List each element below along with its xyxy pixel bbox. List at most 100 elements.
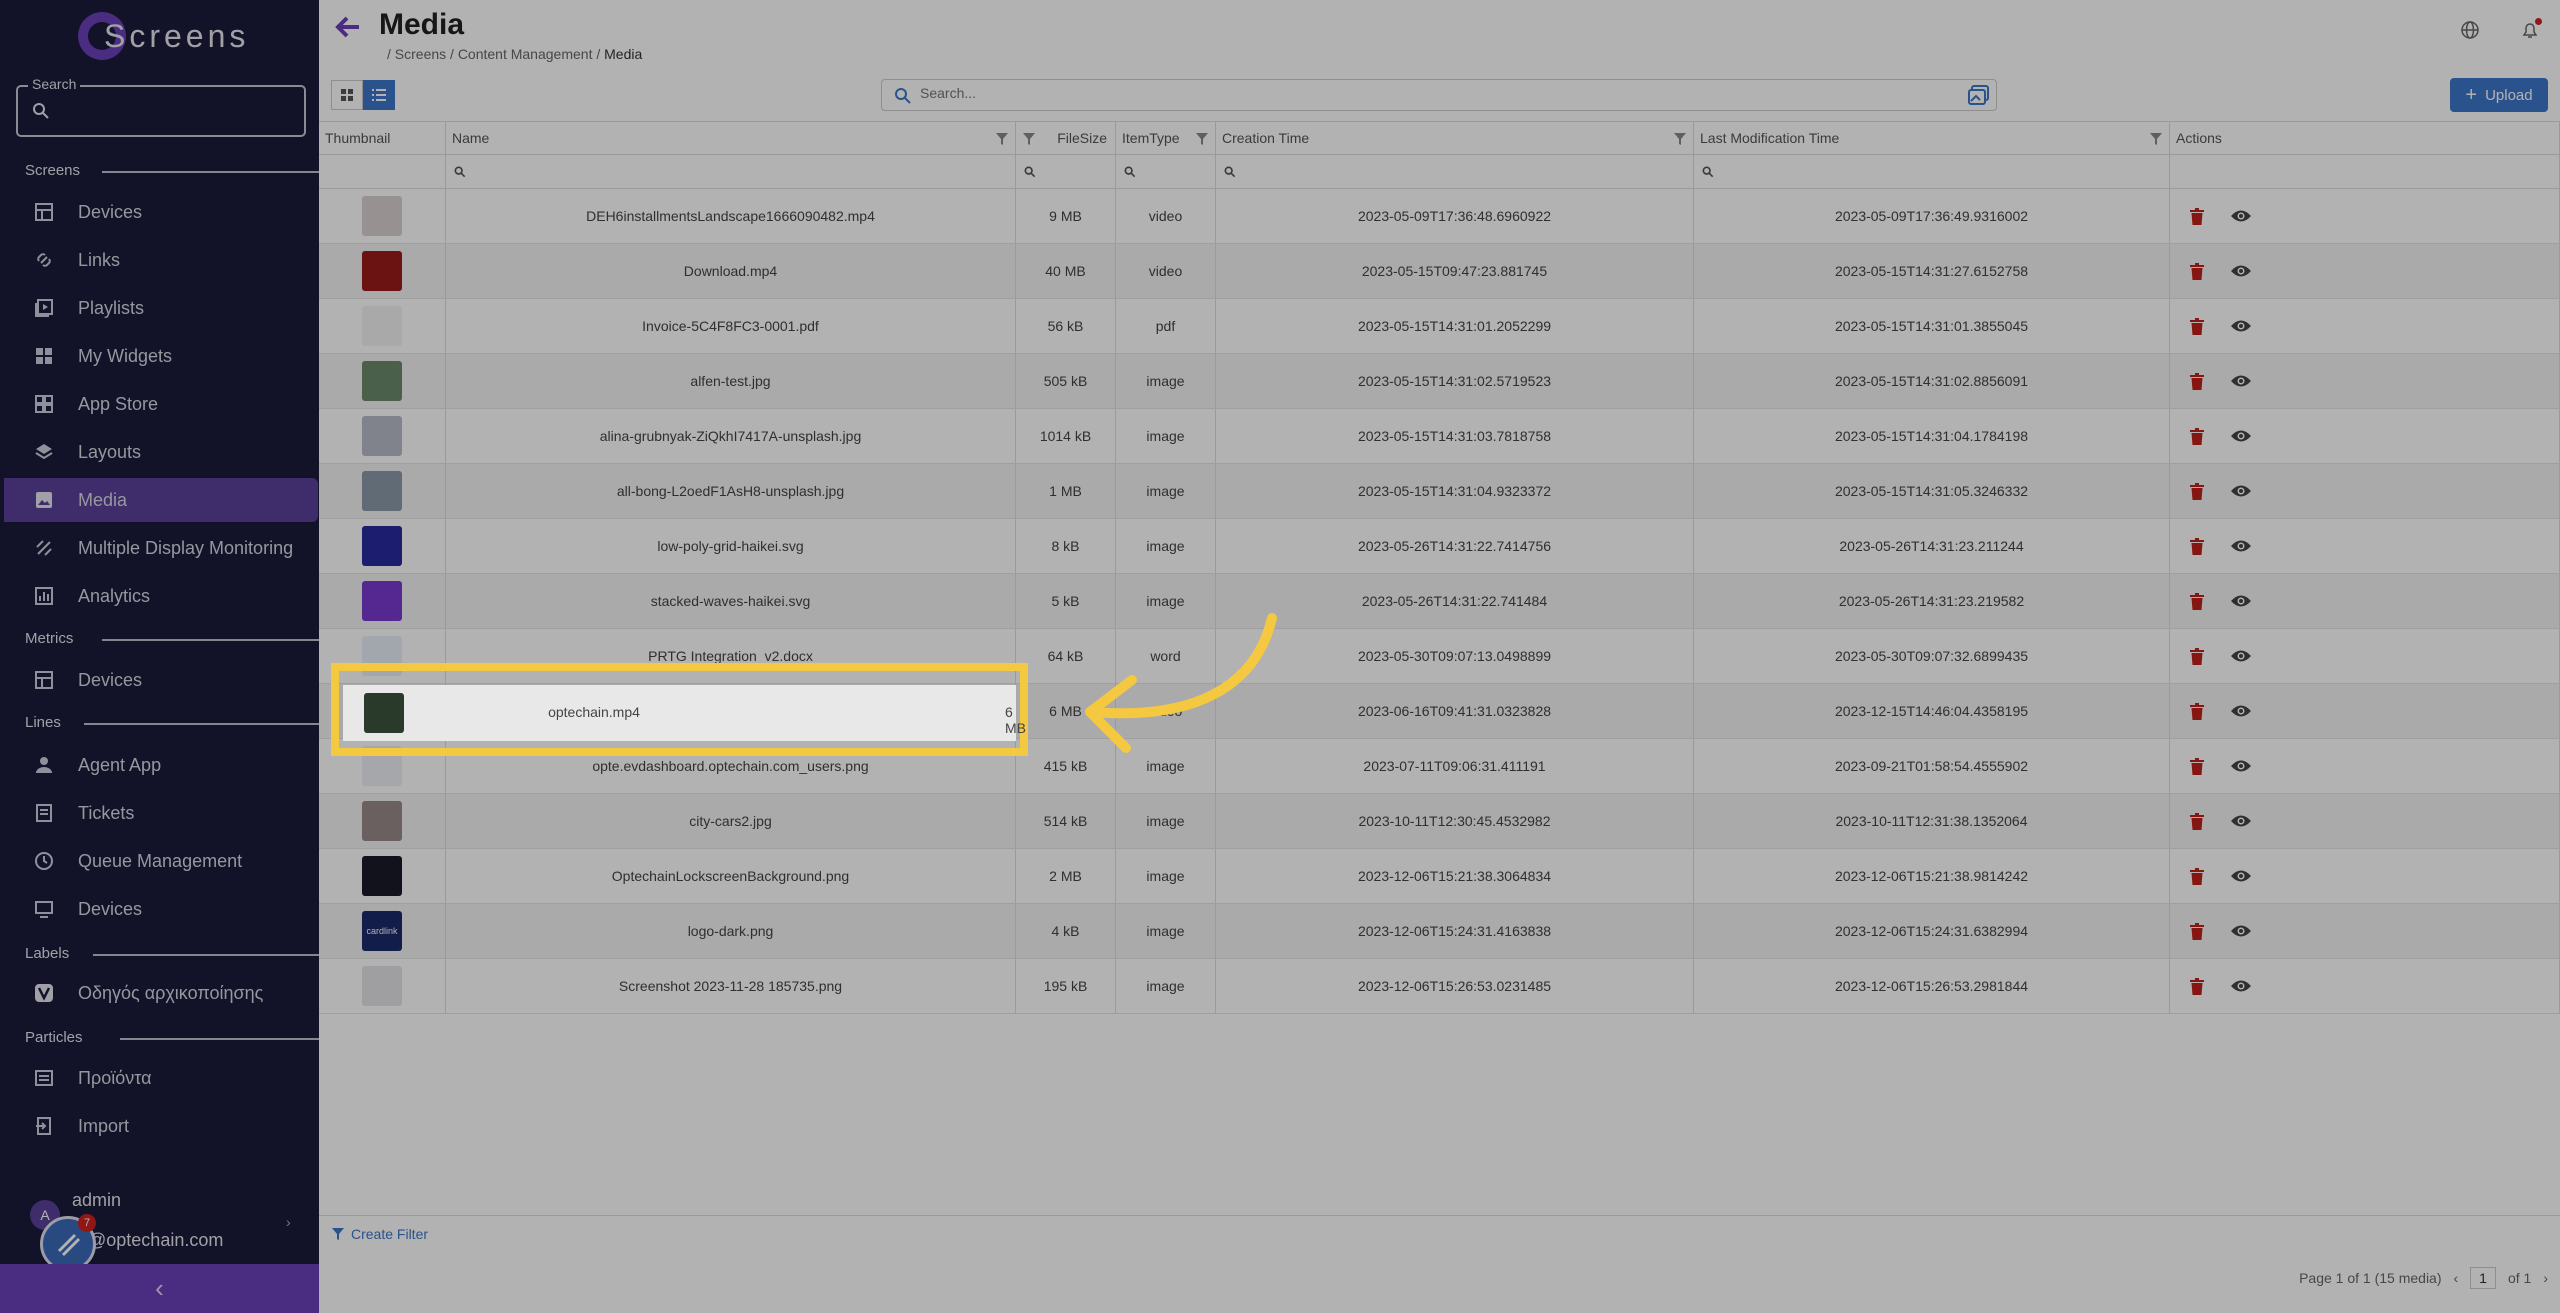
column-header-creation-time[interactable]: Creation Time xyxy=(1216,122,1694,154)
table-row[interactable]: DEH6installmentsLandscape1666090482.mp4 9… xyxy=(319,189,2560,244)
table-row[interactable]: alina-grubnyak-ZiQkhI7417A-unsplash.jpg 1… xyxy=(319,409,2560,464)
sidebar-item-import[interactable]: Import xyxy=(0,1104,319,1148)
eye-icon[interactable] xyxy=(2230,704,2252,718)
table-row[interactable]: city-cars2.jpg 514 kB image 2023-10-11T12:3… xyxy=(319,794,2560,849)
sidebar-item-multiple-display-monitoring[interactable]: Multiple Display Monitoring xyxy=(0,526,319,570)
trash-icon[interactable] xyxy=(2190,812,2204,830)
eye-icon[interactable] xyxy=(2230,924,2252,938)
media-thumbnail[interactable] xyxy=(362,361,402,401)
trash-icon[interactable] xyxy=(2190,482,2204,500)
grid-view-button[interactable] xyxy=(331,80,363,110)
media-thumbnail[interactable] xyxy=(362,196,402,236)
column-header-actions[interactable]: Actions xyxy=(2170,122,2560,154)
sidebar-item-tickets[interactable]: Tickets xyxy=(0,791,319,835)
column-header-name[interactable]: Name xyxy=(446,122,1016,154)
media-thumbnail[interactable] xyxy=(362,251,402,291)
table-row[interactable]: OptechainLockscreenBackground.png 2 MB ima… xyxy=(319,849,2560,904)
create-filter-link[interactable]: Create Filter xyxy=(351,1226,428,1242)
column-header-itemtype[interactable]: ItemType xyxy=(1116,122,1216,154)
column-filter-input[interactable] xyxy=(1216,155,1694,188)
trash-icon[interactable] xyxy=(2190,317,2204,335)
trash-icon[interactable] xyxy=(2190,922,2204,940)
eye-icon[interactable] xyxy=(2230,539,2252,553)
eye-icon[interactable] xyxy=(2230,979,2252,993)
trash-icon[interactable] xyxy=(2190,867,2204,885)
sidebar-item-playlists[interactable]: Playlists xyxy=(0,286,319,330)
sidebar-item-analytics[interactable]: Analytics xyxy=(0,574,319,618)
eye-icon[interactable] xyxy=(2230,759,2252,773)
column-filter-input[interactable] xyxy=(1016,155,1116,188)
media-thumbnail[interactable] xyxy=(362,526,402,566)
trash-icon[interactable] xyxy=(2190,977,2204,995)
eye-icon[interactable] xyxy=(2230,814,2252,828)
sidebar-item-[interactable]: Οδηγός αρχικοποίησης xyxy=(0,971,319,1015)
column-header-filesize[interactable]: FileSize xyxy=(1016,122,1116,154)
eye-icon[interactable] xyxy=(2230,484,2252,498)
sidebar-item-devices[interactable]: Devices xyxy=(0,190,319,234)
eye-icon[interactable] xyxy=(2230,319,2252,333)
collapse-sidebar-button[interactable]: ‹ xyxy=(0,1264,319,1313)
sidebar-search-input[interactable]: Search xyxy=(16,76,306,137)
breadcrumb-content-management[interactable]: Content Management xyxy=(458,46,593,62)
bell-icon[interactable] xyxy=(2520,18,2542,40)
back-arrow-icon[interactable] xyxy=(333,12,363,42)
sidebar-item-layouts[interactable]: Layouts xyxy=(0,430,319,474)
user-profile[interactable]: A admin @optechain.com › 7 xyxy=(0,1186,319,1272)
trash-icon[interactable] xyxy=(2190,262,2204,280)
upload-button[interactable]: + Upload xyxy=(2450,78,2548,112)
sidebar-item-links[interactable]: Links xyxy=(0,238,319,282)
table-row[interactable]: alfen-test.jpg 505 kB image 2023-05-15T14:3… xyxy=(319,354,2560,409)
media-thumbnail[interactable] xyxy=(362,306,402,346)
breadcrumb-screens[interactable]: Screens xyxy=(395,46,446,62)
column-header-last-modification-time[interactable]: Last Modification Time xyxy=(1694,122,2170,154)
table-row[interactable]: Download.mp4 40 MB video 2023-05-15T09:47:2… xyxy=(319,244,2560,299)
trash-icon[interactable] xyxy=(2190,702,2204,720)
media-thumbnail[interactable] xyxy=(362,856,402,896)
sidebar-item-devices[interactable]: Devices xyxy=(0,658,319,702)
filter-funnel-icon[interactable] xyxy=(1022,132,1036,146)
media-thumbnail[interactable] xyxy=(362,581,402,621)
page-number-input[interactable]: 1 xyxy=(2470,1267,2496,1289)
table-row[interactable]: stacked-waves-haikei.svg 5 kB image 2023-05… xyxy=(319,574,2560,629)
sidebar-item-my-widgets[interactable]: My Widgets xyxy=(0,334,319,378)
column-filter-input[interactable] xyxy=(1694,155,2170,188)
filter-funnel-icon[interactable] xyxy=(1195,132,1209,146)
sidebar-item-queue-management[interactable]: Queue Management xyxy=(0,839,319,883)
app-logo[interactable]: Screens xyxy=(72,6,249,66)
eye-icon[interactable] xyxy=(2230,209,2252,223)
sidebar-item-[interactable]: Προϊόντα xyxy=(0,1056,319,1100)
media-thumbnail[interactable] xyxy=(362,966,402,1006)
table-row[interactable]: Screenshot 2023-11-28 185735.png 195 kB im… xyxy=(319,959,2560,1014)
media-thumbnail[interactable] xyxy=(362,801,402,841)
table-row[interactable]: all-bong-L2oedF1AsH8-unsplash.jpg 1 MB ima… xyxy=(319,464,2560,519)
media-thumbnail[interactable] xyxy=(362,471,402,511)
highlighted-row[interactable]: optechain.mp4 6 MB xyxy=(343,685,1026,741)
column-filter-input[interactable] xyxy=(1116,155,1216,188)
table-row[interactable]: Invoice-5C4F8FC3-0001.pdf 56 kB pdf 2023-05… xyxy=(319,299,2560,354)
sidebar-item-app-store[interactable]: App Store xyxy=(0,382,319,426)
table-row[interactable]: cardlink logo-dark.png 4 kB image 2023-12-06… xyxy=(319,904,2560,959)
filter-funnel-icon[interactable] xyxy=(2149,132,2163,146)
trash-icon[interactable] xyxy=(2190,537,2204,555)
eye-icon[interactable] xyxy=(2230,374,2252,388)
list-view-button[interactable] xyxy=(363,80,395,110)
trash-icon[interactable] xyxy=(2190,592,2204,610)
globe-icon[interactable] xyxy=(2460,20,2480,40)
trash-icon[interactable] xyxy=(2190,207,2204,225)
trash-icon[interactable] xyxy=(2190,647,2204,665)
filter-funnel-icon[interactable] xyxy=(1673,132,1687,146)
eye-icon[interactable] xyxy=(2230,264,2252,278)
sidebar-item-agent-app[interactable]: Agent App xyxy=(0,743,319,787)
prev-page-icon[interactable]: ‹ xyxy=(2454,1270,2459,1286)
eye-icon[interactable] xyxy=(2230,429,2252,443)
media-thumbnail[interactable] xyxy=(362,416,402,456)
filter-funnel-icon[interactable] xyxy=(995,132,1009,146)
column-filter-input[interactable] xyxy=(446,155,1016,188)
next-page-icon[interactable]: › xyxy=(2543,1270,2548,1286)
media-search-field[interactable] xyxy=(881,79,1997,111)
gallery-icon[interactable] xyxy=(1968,85,1990,105)
eye-icon[interactable] xyxy=(2230,649,2252,663)
trash-icon[interactable] xyxy=(2190,372,2204,390)
trash-icon[interactable] xyxy=(2190,427,2204,445)
media-search-input[interactable] xyxy=(920,85,1820,101)
